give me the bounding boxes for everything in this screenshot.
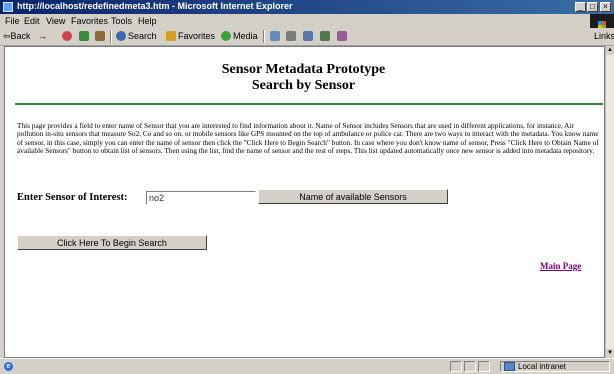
toolbar-separator <box>110 30 112 43</box>
menu-view[interactable]: View <box>46 16 65 26</box>
search-button[interactable]: Search <box>128 31 157 41</box>
print-icon[interactable] <box>303 31 313 41</box>
window-title: http://localhost/redefinedmeta3.htm - Mi… <box>17 1 293 11</box>
menu-bar: File Edit View Favorites Tools Help <box>0 14 614 42</box>
browser-window: http://localhost/redefinedmeta3.htm - Mi… <box>0 0 614 374</box>
favorites-button[interactable]: Favorites <box>178 31 215 41</box>
status-pane <box>478 361 490 372</box>
zone-label: Local intranet <box>518 362 567 371</box>
minimize-button[interactable]: _ <box>575 2 586 12</box>
toolbar-separator <box>263 30 265 43</box>
status-pane <box>464 361 476 372</box>
search-icon <box>116 31 126 41</box>
ie-app-icon <box>3 2 13 12</box>
favorites-icon <box>166 31 176 41</box>
begin-search-button[interactable]: Click Here To Begin Search <box>17 235 207 250</box>
vertical-scrollbar[interactable]: ▲ ▼ <box>605 46 614 358</box>
title-bar[interactable]: http://localhost/redefinedmeta3.htm - Mi… <box>0 0 614 14</box>
history-icon[interactable] <box>270 31 280 41</box>
maximize-button[interactable]: □ <box>587 2 598 12</box>
toolbar: ⇦Back → Search Favorites Media Links <box>0 28 614 46</box>
edit-icon[interactable] <box>320 31 330 41</box>
page-title: Sensor Metadata Prototype <box>221 62 386 77</box>
menu-file[interactable]: File <box>5 16 20 26</box>
media-icon <box>221 31 231 41</box>
messenger-icon[interactable] <box>337 31 347 41</box>
menu-tools[interactable]: Tools <box>111 16 132 26</box>
status-bar: e Local intranet <box>0 358 614 374</box>
back-button[interactable]: ⇦Back <box>3 31 31 42</box>
forward-button[interactable]: → <box>38 31 47 41</box>
horizontal-rule <box>15 103 603 105</box>
intranet-zone-icon <box>504 362 515 371</box>
menu-favorites[interactable]: Favorites <box>71 16 108 26</box>
mail-icon[interactable] <box>286 31 296 41</box>
menu-help[interactable]: Help <box>138 16 157 26</box>
page-subtitle: Search by Sensor <box>251 78 356 93</box>
links-button[interactable]: Links <box>594 31 614 41</box>
available-sensors-button[interactable]: Name of available Sensors <box>258 189 448 204</box>
stop-icon[interactable] <box>62 31 72 41</box>
close-button[interactable]: × <box>600 2 611 12</box>
sensor-label: Enter Sensor of Interest: <box>17 192 128 203</box>
main-page-link[interactable]: Main Page <box>540 261 581 271</box>
home-icon[interactable] <box>95 31 105 41</box>
scroll-up-arrow-icon[interactable]: ▲ <box>606 46 614 55</box>
page-content: Sensor Metadata Prototype Search by Sens… <box>4 46 605 358</box>
status-pane <box>450 361 462 372</box>
refresh-icon[interactable] <box>79 31 89 41</box>
media-button[interactable]: Media <box>233 31 258 41</box>
scroll-down-arrow-icon[interactable]: ▼ <box>606 349 614 358</box>
description-text: This page provides a field to enter name… <box>17 121 599 155</box>
page-status-icon: e <box>4 362 13 371</box>
menu-edit[interactable]: Edit <box>24 16 40 26</box>
sensor-input[interactable] <box>146 191 256 205</box>
